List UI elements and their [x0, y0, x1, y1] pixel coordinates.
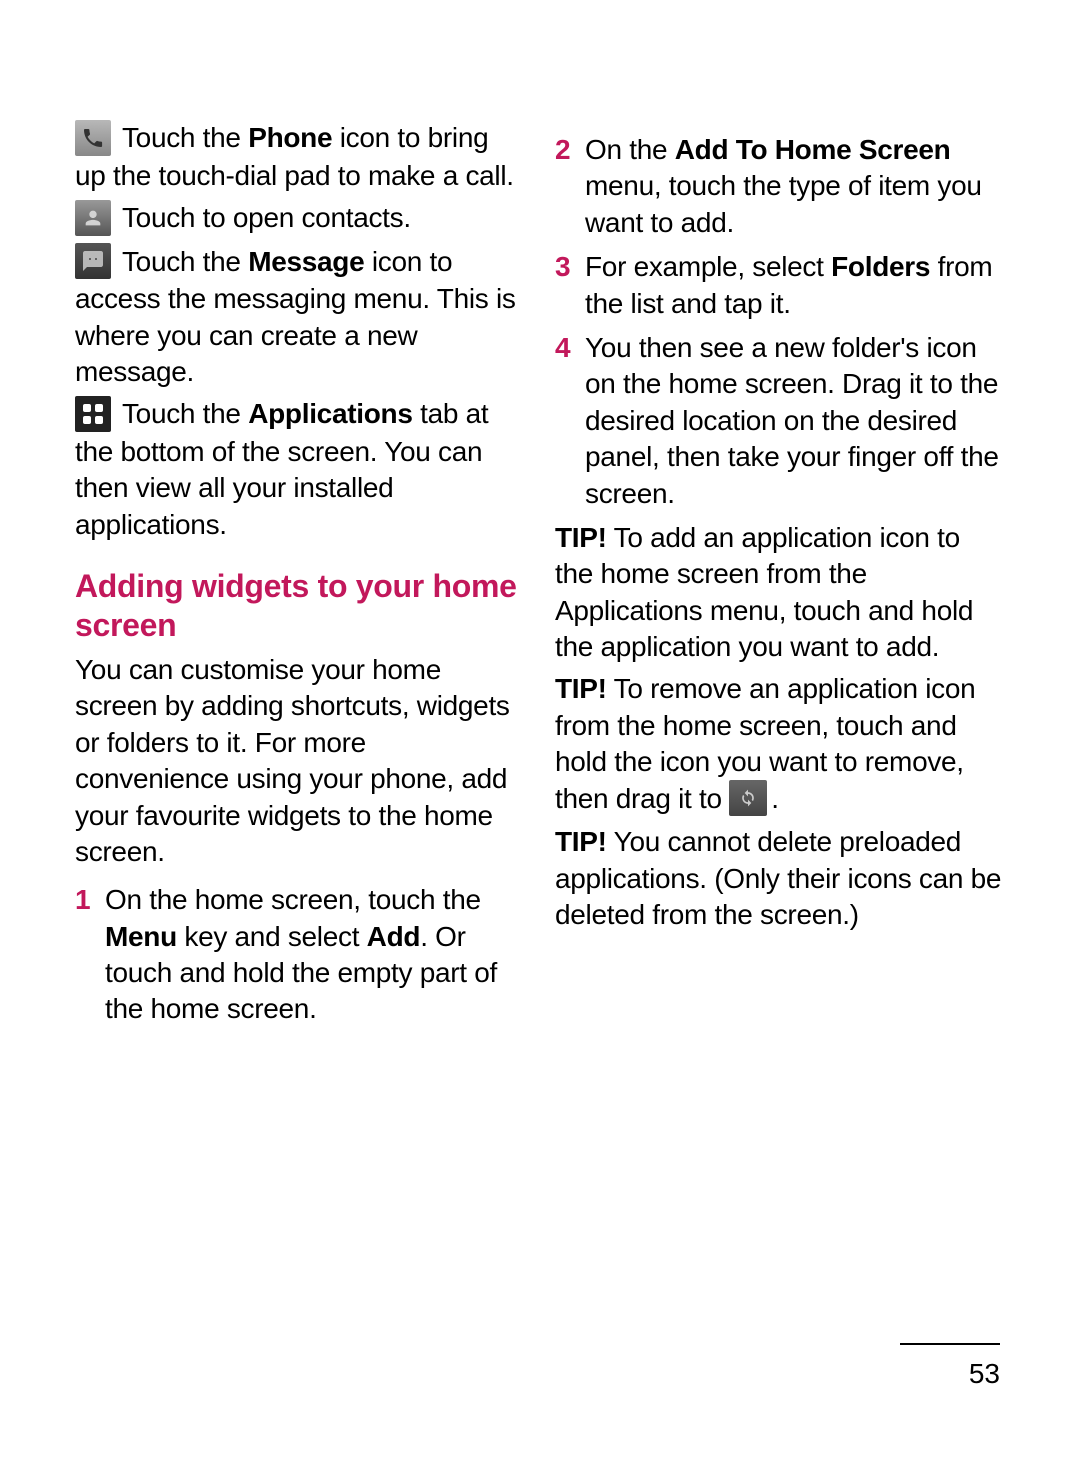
contacts-icon [75, 200, 111, 236]
text: To add an application icon to the home s… [555, 522, 973, 662]
tip-label: TIP! [555, 673, 607, 704]
page-number: 53 [969, 1358, 1000, 1390]
steps-list-right: On the Add To Home Screen menu, touch th… [555, 132, 1005, 512]
bold-word: Phone [248, 122, 332, 153]
text: You then see a new folder's icon on the … [585, 332, 999, 509]
two-column-layout: Touch the Phone icon to bring up the tou… [75, 120, 1005, 1036]
phone-icon [75, 120, 111, 156]
text: On the home screen, touch the [105, 884, 481, 915]
list-item: On the home screen, touch the Menu key a… [75, 882, 525, 1028]
text: You cannot delete preloaded applications… [555, 826, 1001, 930]
contacts-paragraph: Touch to open contacts. [75, 200, 525, 238]
bold-word: Add To Home Screen [675, 134, 951, 165]
list-item: You then see a new folder's icon on the … [555, 330, 1005, 512]
bold-word: Add [367, 921, 421, 952]
bold-word: Menu [105, 921, 177, 952]
apps-paragraph: Touch the Applications tab at the bottom… [75, 396, 525, 543]
bold-word: Folders [831, 251, 930, 282]
phone-paragraph: Touch the Phone icon to bring up the tou… [75, 120, 525, 194]
text: Touch the [115, 122, 248, 153]
text: key and select [177, 921, 367, 952]
tip-paragraph: TIP! To add an application icon to the h… [555, 520, 1005, 666]
text: . [771, 783, 778, 814]
steps-list-left: On the home screen, touch the Menu key a… [75, 882, 525, 1028]
section-heading: Adding widgets to your home screen [75, 567, 525, 644]
tip-paragraph: TIP! To remove an application icon from … [555, 671, 1005, 818]
tip-label: TIP! [555, 522, 607, 553]
text: For example, select [585, 251, 831, 282]
intro-paragraph: You can customise your home screen by ad… [75, 652, 525, 870]
bold-word: Applications [248, 398, 412, 429]
tip-paragraph: TIP! You cannot delete preloaded applica… [555, 824, 1005, 933]
text: On the [585, 134, 675, 165]
message-icon [75, 243, 111, 279]
footer-rule [900, 1343, 1000, 1345]
left-column: Touch the Phone icon to bring up the tou… [75, 120, 525, 1036]
manual-page: Touch the Phone icon to bring up the tou… [0, 0, 1080, 1460]
text: Touch the [115, 398, 248, 429]
list-item: For example, select Folders from the lis… [555, 249, 1005, 322]
tip-label: TIP! [555, 826, 607, 857]
text: menu, touch the type of item you want to… [585, 170, 982, 237]
right-column: On the Add To Home Screen menu, touch th… [555, 120, 1005, 1036]
applications-icon [75, 396, 111, 432]
trash-icon [729, 780, 767, 816]
bold-word: Message [248, 246, 364, 277]
text: Touch to open contacts. [115, 202, 411, 233]
text: Touch the [115, 246, 248, 277]
message-paragraph: Touch the Message icon to access the mes… [75, 244, 525, 391]
list-item: On the Add To Home Screen menu, touch th… [555, 132, 1005, 241]
